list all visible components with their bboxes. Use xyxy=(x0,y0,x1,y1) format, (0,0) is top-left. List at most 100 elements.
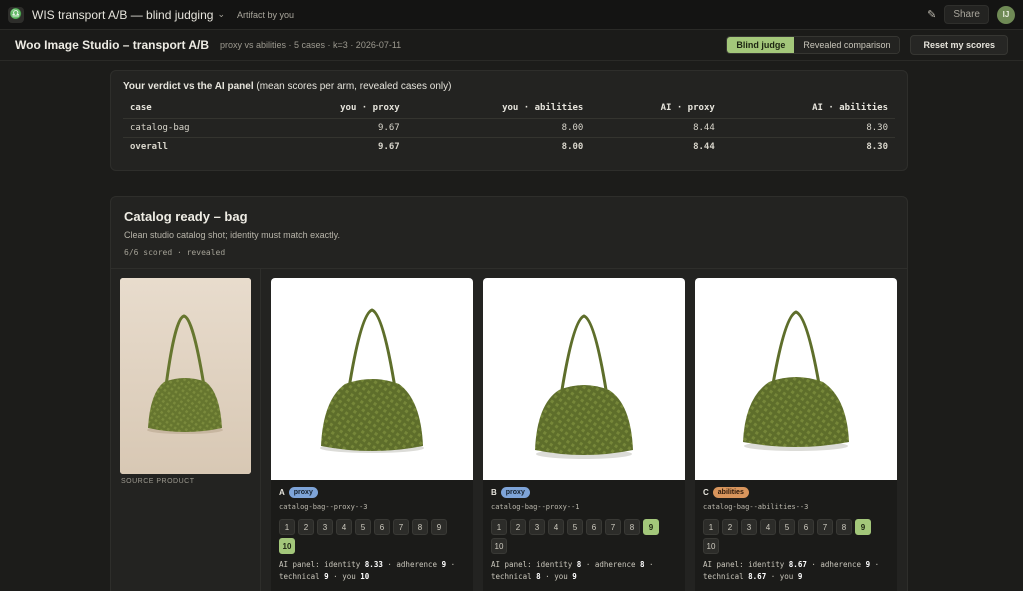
adherence-label: · adherence xyxy=(581,560,641,569)
table-cell: 8.00 xyxy=(561,142,584,152)
score-button-5[interactable]: 5 xyxy=(355,519,371,535)
table-row: catalog-bag 9.67 8.00 8.44 8.30 xyxy=(123,118,895,138)
artifact-title[interactable]: WIS transport A/B — blind judging ⌄ xyxy=(32,8,225,22)
blind-judge-tab[interactable]: Blind judge xyxy=(727,37,795,53)
candidate-card-b: B proxy catalog-bag--proxy--1 1 2 3 4 5 … xyxy=(483,278,685,591)
you-score: 10 xyxy=(360,572,370,581)
score-button-1[interactable]: 1 xyxy=(703,519,719,535)
table-cell: 9.67 xyxy=(264,118,407,138)
pencil-icon[interactable]: ✎ xyxy=(927,8,936,21)
score-button-8[interactable]: 8 xyxy=(412,519,428,535)
candidate-card-c: C abilities catalog-bag--abilities--3 1 … xyxy=(695,278,897,591)
experiment-meta: proxy vs abilities · 5 cases · k=3 · 202… xyxy=(220,40,402,50)
table-cell: catalog-bag xyxy=(123,118,265,138)
score-button-8[interactable]: 8 xyxy=(836,519,852,535)
score-button-6[interactable]: 6 xyxy=(586,519,602,535)
col-ai-abilities: AI · abilities xyxy=(721,100,895,119)
case-panel: Catalog ready – bag Clean studio catalog… xyxy=(110,196,908,591)
score-button-6[interactable]: 6 xyxy=(798,519,814,535)
candidate-label-row: C abilities xyxy=(703,487,889,498)
table-cell: 8.30 xyxy=(721,118,895,138)
score-button-1[interactable]: 1 xyxy=(491,519,507,535)
candidate-letter: A xyxy=(279,488,285,497)
you-label: · you xyxy=(766,572,798,581)
you-score: 9 xyxy=(797,572,803,581)
score-picker: 1 2 3 4 5 6 7 8 9 10 xyxy=(703,519,885,554)
identity-score: 8.33 xyxy=(364,560,383,569)
score-button-10[interactable]: 10 xyxy=(491,538,507,554)
candidate-slug: catalog-bag--abilities--3 xyxy=(703,503,809,511)
table-cell: 9.67 xyxy=(378,142,400,152)
verdict-title: Your verdict vs the AI panel (mean score… xyxy=(123,81,895,92)
verdict-title-bold: Your verdict vs the AI panel xyxy=(123,81,254,92)
case-header: Catalog ready – bag Clean studio catalog… xyxy=(111,197,907,269)
you-label: · you xyxy=(540,572,573,581)
avatar[interactable]: IJ xyxy=(997,5,1015,24)
score-button-2[interactable]: 2 xyxy=(510,519,526,535)
arm-tag: proxy xyxy=(500,487,530,498)
score-picker: 1 2 3 4 5 6 7 8 9 10 xyxy=(491,519,673,554)
score-button-3[interactable]: 3 xyxy=(741,519,757,535)
col-case: case xyxy=(123,100,265,119)
ai-panel-scores: AI panel: identity 8 · adherence 8 · tec… xyxy=(491,559,677,583)
score-button-3[interactable]: 3 xyxy=(317,519,333,535)
case-description: Clean studio catalog shot; identity must… xyxy=(124,230,340,240)
score-button-5[interactable]: 5 xyxy=(779,519,795,535)
score-button-2[interactable]: 2 xyxy=(722,519,738,535)
col-ai-proxy: AI · proxy xyxy=(590,100,722,119)
score-button-9[interactable]: 9 xyxy=(431,519,447,535)
candidate-image xyxy=(695,278,897,480)
score-button-4[interactable]: 4 xyxy=(336,519,352,535)
studio-header: Woo Image Studio – transport A/B proxy v… xyxy=(0,30,1023,61)
reset-scores-button[interactable]: Reset my scores xyxy=(910,35,1008,55)
ai-panel-label: AI panel: identity xyxy=(703,560,789,569)
score-button-7[interactable]: 7 xyxy=(605,519,621,535)
score-button-9[interactable]: 9 xyxy=(855,519,871,535)
score-button-5[interactable]: 5 xyxy=(567,519,583,535)
mode-toggle: Blind judge Revealed comparison xyxy=(726,36,901,54)
source-column: SOURCE PRODUCT xyxy=(111,269,261,591)
you-score: 9 xyxy=(572,572,577,581)
ai-panel-scores: AI panel: identity 8.67 · adherence 9 · … xyxy=(703,559,889,583)
candidate-label-row: A proxy xyxy=(279,487,465,498)
adherence-label: · adherence xyxy=(806,560,866,569)
score-picker: 1 2 3 4 5 6 7 8 9 10 xyxy=(279,519,461,554)
revealed-comparison-tab[interactable]: Revealed comparison xyxy=(794,37,900,53)
table-row-overall: overall 9.67 8.00 8.44 8.30 xyxy=(123,138,895,157)
score-button-7[interactable]: 7 xyxy=(817,519,833,535)
case-status: 6/6 scored · revealed xyxy=(124,248,226,257)
candidate-image xyxy=(483,278,685,480)
identity-score: 8.67 xyxy=(788,560,807,569)
ai-panel-scores: AI panel: identity 8.33 · adherence 9 · … xyxy=(279,559,465,583)
share-button[interactable]: Share xyxy=(944,5,989,24)
candidate-card-a: A proxy catalog-bag--proxy--3 1 2 3 4 5 … xyxy=(271,278,473,591)
app-icon[interactable]: ♎ xyxy=(8,6,24,23)
score-button-8[interactable]: 8 xyxy=(624,519,640,535)
score-button-6[interactable]: 6 xyxy=(374,519,390,535)
score-button-4[interactable]: 4 xyxy=(548,519,564,535)
candidate-letter: B xyxy=(491,488,497,497)
score-button-1[interactable]: 1 xyxy=(279,519,295,535)
score-button-9[interactable]: 9 xyxy=(643,519,659,535)
ai-panel-label: AI panel: identity xyxy=(491,560,577,569)
table-cell: 8.44 xyxy=(693,142,715,152)
candidate-slug: catalog-bag--proxy--3 xyxy=(279,503,368,511)
case-title: Catalog ready – bag xyxy=(124,209,248,224)
verdict-title-rest: (mean scores per arm, revealed cases onl… xyxy=(253,81,452,92)
chevron-down-icon: ⌄ xyxy=(217,9,225,19)
candidate-label-row: B proxy xyxy=(491,487,677,498)
arm-tag: proxy xyxy=(288,487,318,498)
you-label: · you xyxy=(328,572,361,581)
score-button-7[interactable]: 7 xyxy=(393,519,409,535)
table-cell: 8.44 xyxy=(590,118,722,138)
arm-tag: abilities xyxy=(712,487,749,498)
score-button-3[interactable]: 3 xyxy=(529,519,545,535)
table-header-row: case you · proxy you · abilities AI · pr… xyxy=(123,100,895,119)
page-title: Woo Image Studio – transport A/B xyxy=(15,38,210,52)
app-topbar: ♎ WIS transport A/B — blind judging ⌄ Ar… xyxy=(0,0,1023,30)
score-button-4[interactable]: 4 xyxy=(760,519,776,535)
score-button-10[interactable]: 10 xyxy=(703,538,719,554)
col-you-proxy: you · proxy xyxy=(264,100,407,119)
score-button-10[interactable]: 10 xyxy=(279,538,295,554)
score-button-2[interactable]: 2 xyxy=(298,519,314,535)
